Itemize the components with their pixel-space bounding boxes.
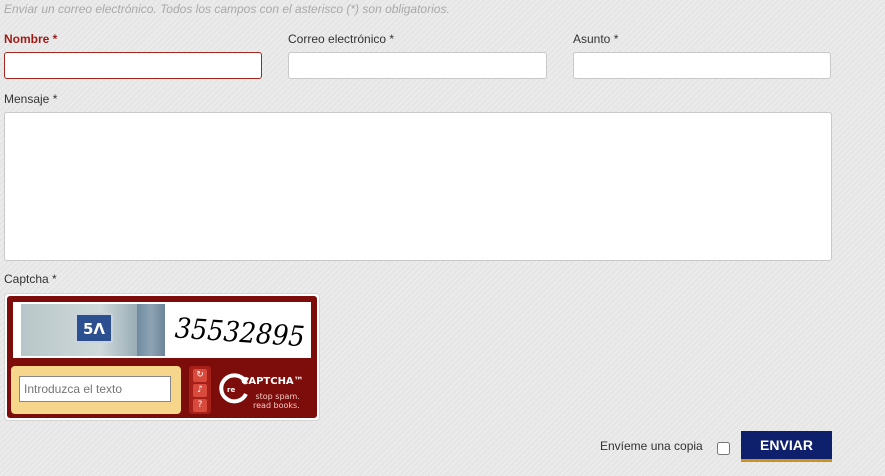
captcha-photo-pole <box>137 304 165 356</box>
email-label: Correo electrónico * <box>288 32 395 46</box>
name-label: Nombre * <box>4 32 58 46</box>
subject-input[interactable] <box>573 52 831 79</box>
send-copy-checkbox[interactable] <box>717 442 730 455</box>
submit-button[interactable]: ENVIAR <box>741 431 832 462</box>
captcha-photo: 5Λ <box>21 304 165 356</box>
captcha-house-number: 5Λ <box>75 313 113 343</box>
captcha-label: Captcha * <box>4 272 57 286</box>
form-intro: Enviar un correo electrónico. Todos los … <box>4 2 450 16</box>
name-input[interactable] <box>4 52 262 79</box>
send-copy-label: Envíeme una copia <box>600 439 703 453</box>
captcha-response-box <box>11 366 181 414</box>
captcha-image: 5Λ 35532895 <box>13 302 311 358</box>
recaptcha-widget: 5Λ 35532895 ↻ ♪ ? re CAPTCHA™ stop spam.… <box>4 293 320 421</box>
recaptcha-logo-text: CAPTCHA™ <box>241 376 304 387</box>
audio-icon[interactable]: ♪ <box>193 384 207 397</box>
recaptcha-frame: 5Λ 35532895 ↻ ♪ ? re CAPTCHA™ stop spam.… <box>7 296 317 418</box>
help-icon[interactable]: ? <box>193 399 207 412</box>
captcha-controls: ↻ ♪ ? <box>189 366 211 414</box>
recaptcha-logo: re CAPTCHA™ stop spam. read books. <box>217 368 313 414</box>
captcha-word-text: 35532895 <box>174 311 306 353</box>
refresh-icon[interactable]: ↻ <box>193 369 207 382</box>
captcha-distorted-word: 35532895 <box>174 311 306 353</box>
recaptcha-logo-re: re <box>227 386 235 394</box>
message-textarea[interactable] <box>4 112 832 261</box>
message-label: Mensaje * <box>4 92 58 106</box>
subject-label: Asunto * <box>573 32 619 46</box>
email-input[interactable] <box>288 52 547 79</box>
recaptcha-tagline: stop spam. read books. <box>253 392 300 410</box>
captcha-response-input[interactable] <box>19 376 171 402</box>
